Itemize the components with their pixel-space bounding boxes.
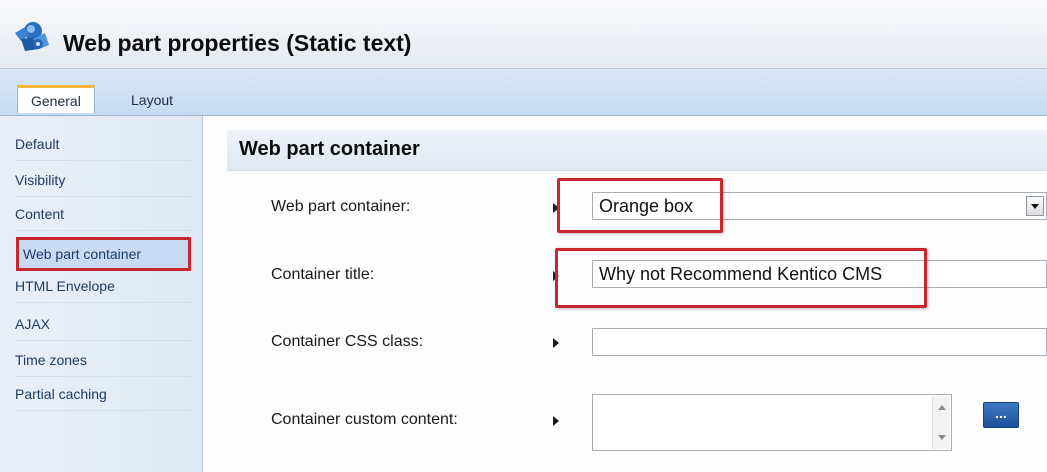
container-title-label: Container title: bbox=[271, 266, 375, 283]
edit-content-button[interactable]: ... bbox=[983, 402, 1019, 428]
container-css-class-input[interactable] bbox=[592, 328, 1047, 356]
container-custom-content-label: Container custom content: bbox=[271, 411, 458, 428]
sidebar-item-content[interactable]: Content bbox=[15, 198, 193, 231]
highlight-box bbox=[555, 248, 927, 308]
chevron-down-icon[interactable] bbox=[1026, 196, 1044, 216]
sidebar-item-partial-caching[interactable]: Partial caching bbox=[15, 378, 193, 411]
sidebar-item-default[interactable]: Default bbox=[15, 128, 193, 161]
sidebar-item-web-part-container[interactable]: Web part container bbox=[16, 237, 191, 271]
section-header: Web part container bbox=[227, 130, 1047, 171]
web-part-container-label: Web part container: bbox=[271, 198, 411, 215]
content-panel: Web part container Web part container: O… bbox=[203, 116, 1047, 472]
tab-layout[interactable]: Layout bbox=[118, 87, 186, 113]
scroll-down-icon[interactable] bbox=[938, 435, 946, 440]
dialog-title: Web part properties (Static text) bbox=[63, 30, 412, 56]
highlight-box bbox=[557, 178, 723, 233]
web-part-icon bbox=[15, 22, 49, 51]
tab-strip: General Layout bbox=[0, 69, 1047, 116]
sidebar-item-html-envelope[interactable]: HTML Envelope bbox=[15, 270, 193, 303]
tab-general[interactable]: General bbox=[17, 85, 95, 113]
sidebar-item-time-zones[interactable]: Time zones bbox=[15, 344, 193, 377]
container-custom-content-textarea[interactable] bbox=[592, 394, 952, 451]
sidebar-item-ajax[interactable]: AJAX bbox=[15, 308, 193, 341]
expand-arrow-icon bbox=[553, 416, 559, 426]
sidebar: Default Visibility Content Web part cont… bbox=[0, 116, 203, 472]
scrollbar[interactable] bbox=[932, 396, 950, 449]
scroll-up-icon[interactable] bbox=[938, 405, 946, 410]
sidebar-item-visibility[interactable]: Visibility bbox=[15, 164, 193, 197]
expand-arrow-icon bbox=[553, 338, 559, 348]
section-title: Web part container bbox=[239, 138, 420, 160]
container-css-class-label: Container CSS class: bbox=[271, 333, 424, 350]
title-bar: Web part properties (Static text) bbox=[0, 0, 1047, 69]
